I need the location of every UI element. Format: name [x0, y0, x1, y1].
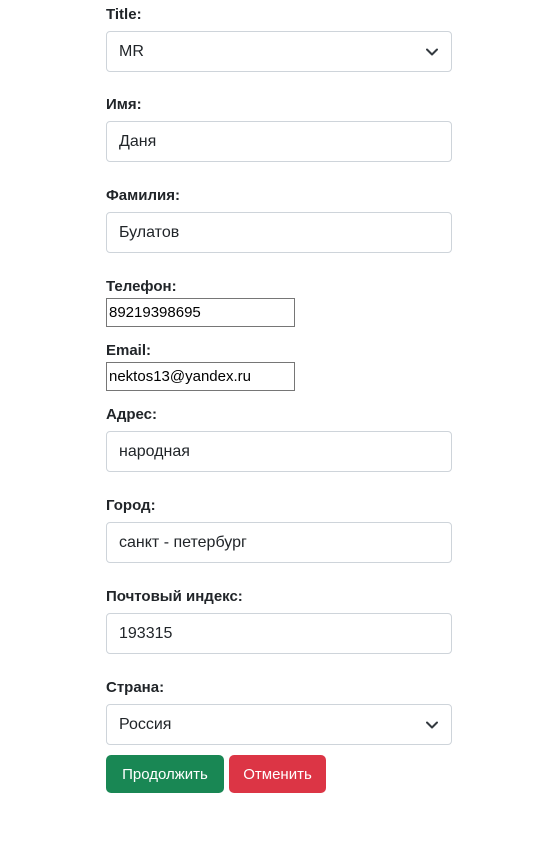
postal-code-value: 193315 [119, 624, 173, 642]
title-select[interactable]: MR [106, 31, 452, 72]
email-label: Email: [106, 342, 152, 359]
address-value: народная [119, 442, 190, 460]
email-value: nektos13@yandex.ru [109, 368, 251, 385]
cancel-button[interactable]: Отменить [229, 755, 326, 793]
first-name-value: Даня [119, 132, 157, 150]
address-input[interactable]: народная [106, 431, 452, 472]
city-input[interactable]: санкт - петербург [106, 522, 452, 563]
phone-value: 89219398695 [109, 304, 201, 321]
email-input[interactable]: nektos13@yandex.ru [106, 362, 295, 391]
title-label: Title: [106, 6, 142, 23]
chevron-down-icon [425, 45, 439, 59]
country-select-value: Россия [119, 715, 172, 733]
phone-input[interactable]: 89219398695 [106, 298, 295, 327]
phone-label: Телефон: [106, 278, 177, 295]
first-name-label: Имя: [106, 96, 142, 113]
country-label: Страна: [106, 679, 165, 696]
first-name-input[interactable]: Даня [106, 121, 452, 162]
postal-code-input[interactable]: 193315 [106, 613, 452, 654]
postal-code-label: Почтовый индекс: [106, 588, 243, 605]
address-label: Адрес: [106, 406, 157, 423]
last-name-input[interactable]: Булатов [106, 212, 452, 253]
title-select-value: MR [119, 42, 144, 60]
city-value: санкт - петербург [119, 533, 247, 551]
country-select[interactable]: Россия [106, 704, 452, 745]
city-label: Город: [106, 497, 156, 514]
continue-button[interactable]: Продолжить [106, 755, 224, 793]
last-name-label: Фамилия: [106, 187, 180, 204]
last-name-value: Булатов [119, 223, 180, 241]
chevron-down-icon [425, 718, 439, 732]
